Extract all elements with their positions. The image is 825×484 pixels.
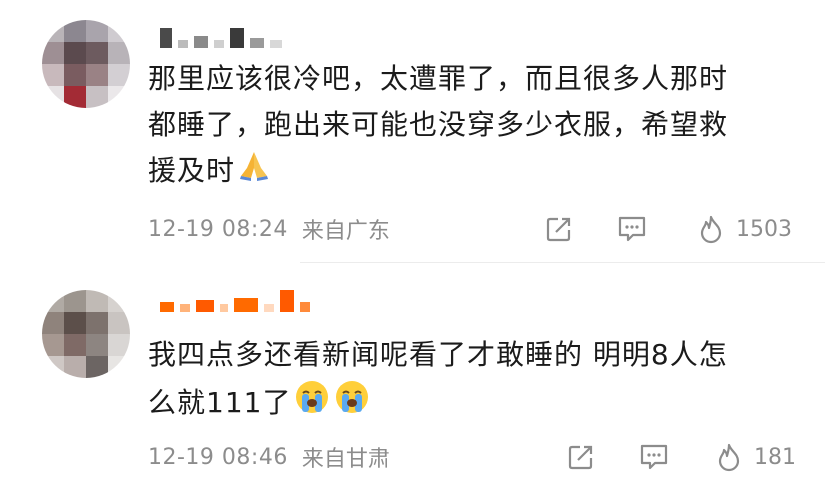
comment-text-line: 我四点多还看新闻呢看了才敢睡的 明明8人怎 [148, 338, 728, 371]
comment-time: 12-19 08:46 [148, 444, 288, 470]
loudly-crying-face-emoji [293, 378, 331, 430]
comment-text-line: 都睡了，跑出来可能也没穿多少衣服，希望救 [148, 108, 729, 141]
comment-icon [618, 216, 646, 242]
like-count: 181 [754, 444, 796, 470]
comment-location: 来自广东 [301, 219, 390, 244]
comment-meta: 12-19 08:24 来自广东 1503 [148, 214, 808, 244]
avatar[interactable] [42, 290, 130, 378]
username[interactable] [160, 24, 282, 48]
folded-hands-emoji [237, 148, 271, 196]
comment-button[interactable] [638, 442, 670, 472]
username[interactable] [160, 288, 310, 312]
comment-button[interactable] [616, 214, 648, 244]
comment-text: 那里应该很冷吧，太遭罪了，而且很多人那时 都睡了，跑出来可能也没穿多少衣服，希望… [148, 56, 808, 196]
share-button[interactable] [544, 214, 574, 244]
avatar[interactable] [42, 20, 130, 108]
flame-like-icon [700, 215, 722, 244]
like-button[interactable]: 1503 [696, 214, 792, 244]
share-icon [546, 217, 571, 242]
comment-text-segment: 么就111了 [148, 386, 292, 419]
share-button[interactable] [566, 442, 596, 472]
flame-like-icon [718, 443, 740, 472]
like-count: 1503 [736, 216, 792, 242]
comment-icon [640, 444, 668, 470]
share-icon [568, 445, 593, 470]
comment-text-line-last: 援及时 [148, 148, 808, 196]
like-button[interactable]: 181 [714, 442, 796, 472]
comment-text-line: 那里应该很冷吧，太遭罪了，而且很多人那时 [148, 62, 729, 95]
comment-text: 我四点多还看新闻呢看了才敢睡的 明明8人怎 么就111了 [148, 332, 808, 430]
loudly-crying-face-emoji [333, 378, 371, 430]
comment-text-segment: 援及时 [148, 154, 236, 187]
comment-time: 12-19 08:24 [148, 216, 288, 242]
comment-location: 来自甘肃 [301, 447, 390, 472]
comment-item: 那里应该很冷吧，太遭罪了，而且很多人那时 都睡了，跑出来可能也没穿多少衣服，希望… [0, 0, 825, 262]
comment-meta: 12-19 08:46 来自甘肃 181 [148, 442, 808, 472]
comment-item: 我四点多还看新闻呢看了才敢睡的 明明8人怎 么就111了 12-19 08:46… [0, 262, 825, 484]
comment-text-line-last: 么就111了 [148, 378, 808, 430]
